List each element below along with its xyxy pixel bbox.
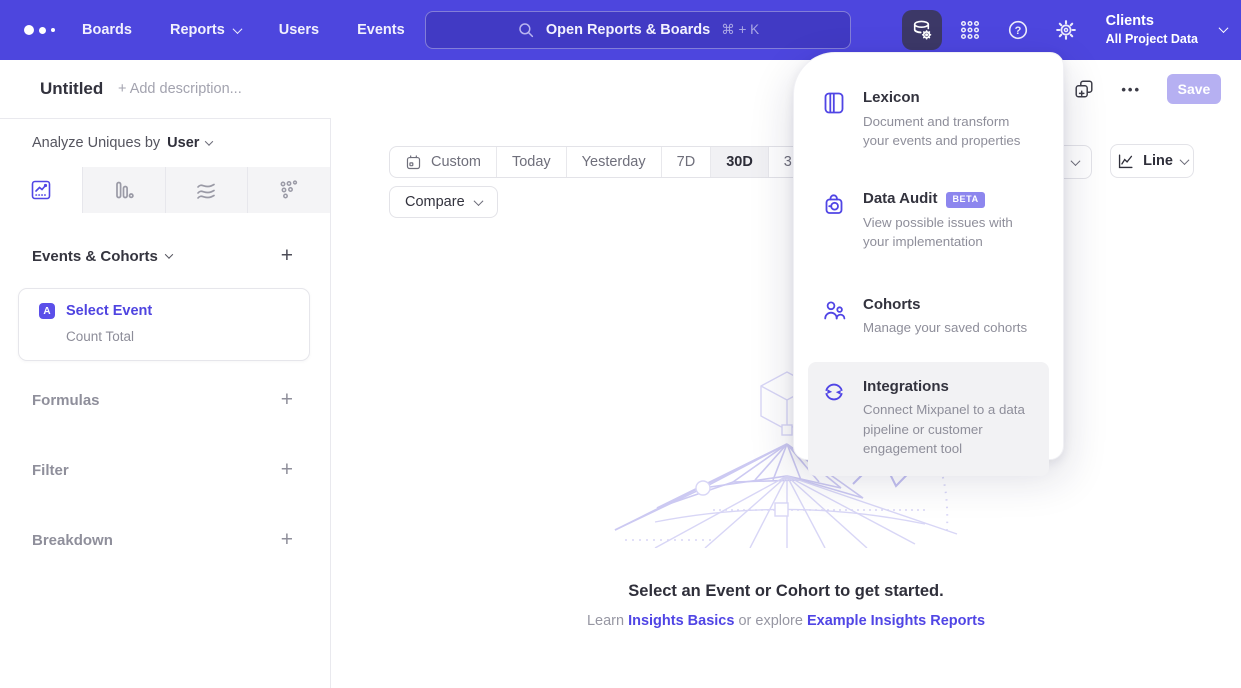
select-event-label[interactable]: Select Event: [66, 303, 152, 319]
date-range-yesterday[interactable]: Yesterday: [567, 147, 662, 177]
integrations-icon: [822, 378, 846, 459]
event-badge: A: [39, 303, 55, 319]
formulas-label: Formulas: [32, 392, 100, 409]
empty-state-heading: Select an Event or Cohort to get started…: [331, 582, 1241, 601]
main-nav: Boards Reports Users Events: [82, 0, 405, 60]
nav-boards[interactable]: Boards: [82, 22, 132, 38]
lexicon-icon: [822, 89, 846, 150]
chevron-down-icon: [1179, 155, 1189, 165]
add-description[interactable]: + Add description...: [118, 81, 242, 97]
date-range-7d[interactable]: 7D: [662, 147, 712, 177]
menu-item-description: Manage your saved cohorts: [863, 318, 1027, 337]
breakdown-label: Breakdown: [32, 532, 113, 549]
query-builder-sidebar: Analyze Uniques by User: [0, 118, 331, 688]
menu-item-data-audit[interactable]: Data AuditBETA View possible issues with…: [794, 178, 1063, 263]
svg-text:?: ?: [1014, 25, 1021, 37]
chevron-down-icon: [1219, 23, 1229, 33]
beta-badge: BETA: [946, 192, 984, 208]
project-name: Clients: [1106, 12, 1198, 31]
select-event-card[interactable]: A Select Event Count Total: [18, 288, 310, 361]
tab-stacked-chart[interactable]: [166, 167, 249, 213]
menu-item-cohorts[interactable]: Cohorts Manage your saved cohorts: [794, 284, 1063, 350]
report-title[interactable]: Untitled: [40, 79, 103, 99]
menu-item-integrations[interactable]: Integrations Connect Mixpanel to a data …: [808, 362, 1049, 477]
mixpanel-logo[interactable]: [24, 0, 55, 60]
database-gear-icon: [910, 18, 934, 42]
duplicate-button[interactable]: [1073, 78, 1095, 100]
chevron-down-icon: [165, 250, 173, 258]
menu-item-title: Data AuditBETA: [863, 190, 1035, 209]
chevron-down-icon: [1071, 156, 1081, 166]
line-chart-icon: [1116, 152, 1135, 171]
search-input[interactable]: Open Reports & Boards ⌘ + K: [425, 11, 851, 49]
settings-button[interactable]: [1046, 10, 1086, 50]
line-chart-tab-icon: [29, 178, 53, 202]
menu-item-title: Cohorts: [863, 296, 1027, 315]
help-button[interactable]: ?: [998, 10, 1038, 50]
save-button[interactable]: Save: [1167, 74, 1221, 104]
analyze-label: Analyze Uniques by: [32, 135, 160, 151]
tab-scatter-chart[interactable]: [248, 167, 330, 213]
chevron-down-icon: [473, 196, 483, 206]
menu-item-lexicon[interactable]: Lexicon Document and transform your even…: [794, 77, 1063, 162]
menu-item-description: Document and transform your events and p…: [863, 112, 1035, 151]
count-total-dropdown[interactable]: Count Total: [66, 329, 293, 344]
chevron-down-icon: [205, 137, 213, 145]
calendar-icon: [405, 154, 422, 171]
menu-item-title: Lexicon: [863, 89, 1035, 108]
date-range-today[interactable]: Today: [497, 147, 567, 177]
events-cohorts-label[interactable]: Events & Cohorts: [32, 248, 158, 265]
apps-grid-button[interactable]: [950, 10, 990, 50]
add-formula-button[interactable]: +: [281, 388, 293, 412]
chart-type-tabs: [0, 167, 330, 213]
grid-icon: [958, 18, 982, 42]
filter-label: Filter: [32, 462, 69, 479]
add-event-button[interactable]: +: [281, 244, 293, 268]
menu-item-description: View possible issues with your implement…: [863, 213, 1035, 252]
compare-dropdown[interactable]: Compare: [389, 186, 498, 218]
menu-item-title: Integrations: [863, 378, 1035, 397]
analyze-by-dropdown[interactable]: User: [167, 135, 212, 151]
search-placeholder: Open Reports & Boards: [546, 22, 710, 38]
nav-reports[interactable]: Reports: [170, 22, 241, 38]
search-shortcut: ⌘ + K: [721, 22, 759, 38]
add-breakdown-button[interactable]: +: [281, 528, 293, 552]
tab-bar-chart[interactable]: [83, 167, 166, 213]
chevron-down-icon: [232, 24, 242, 34]
help-icon: ?: [1006, 18, 1030, 42]
project-selector[interactable]: Clients All Project Data: [1106, 12, 1198, 47]
add-filter-button[interactable]: +: [281, 458, 293, 482]
date-range-30d[interactable]: 30D: [711, 147, 769, 177]
duplicate-icon: [1073, 78, 1095, 100]
tab-line-chart[interactable]: [0, 167, 83, 213]
scatter-chart-tab-icon: [277, 178, 301, 202]
insights-basics-link[interactable]: Insights Basics: [628, 613, 734, 629]
more-options-button[interactable]: •••: [1121, 82, 1141, 97]
search-icon: [517, 21, 535, 39]
data-management-button[interactable]: [902, 10, 942, 50]
top-nav: Boards Reports Users Events Open Reports…: [0, 0, 1241, 60]
nav-right-cluster: ? Clients All Project Data: [902, 0, 1227, 60]
menu-item-description: Connect Mixpanel to a data pipeline or c…: [863, 400, 1035, 458]
project-scope: All Project Data: [1106, 31, 1198, 47]
report-canvas: Custom Today Yesterday 7D 30D 3M 6M Comp…: [331, 118, 1241, 688]
data-management-menu: Lexicon Document and transform your even…: [793, 52, 1064, 460]
chart-style-dropdown[interactable]: Line: [1110, 144, 1194, 178]
cohorts-icon: [822, 296, 846, 338]
stacked-chart-tab-icon: [194, 178, 218, 202]
data-audit-icon: [822, 190, 846, 251]
gear-icon: [1054, 18, 1078, 42]
date-range-custom[interactable]: Custom: [390, 147, 497, 177]
example-reports-link[interactable]: Example Insights Reports: [807, 613, 985, 629]
bar-chart-tab-icon: [112, 178, 136, 202]
empty-state-links: Learn Insights Basics or explore Example…: [331, 613, 1241, 629]
nav-users[interactable]: Users: [279, 22, 319, 38]
nav-events[interactable]: Events: [357, 22, 405, 38]
